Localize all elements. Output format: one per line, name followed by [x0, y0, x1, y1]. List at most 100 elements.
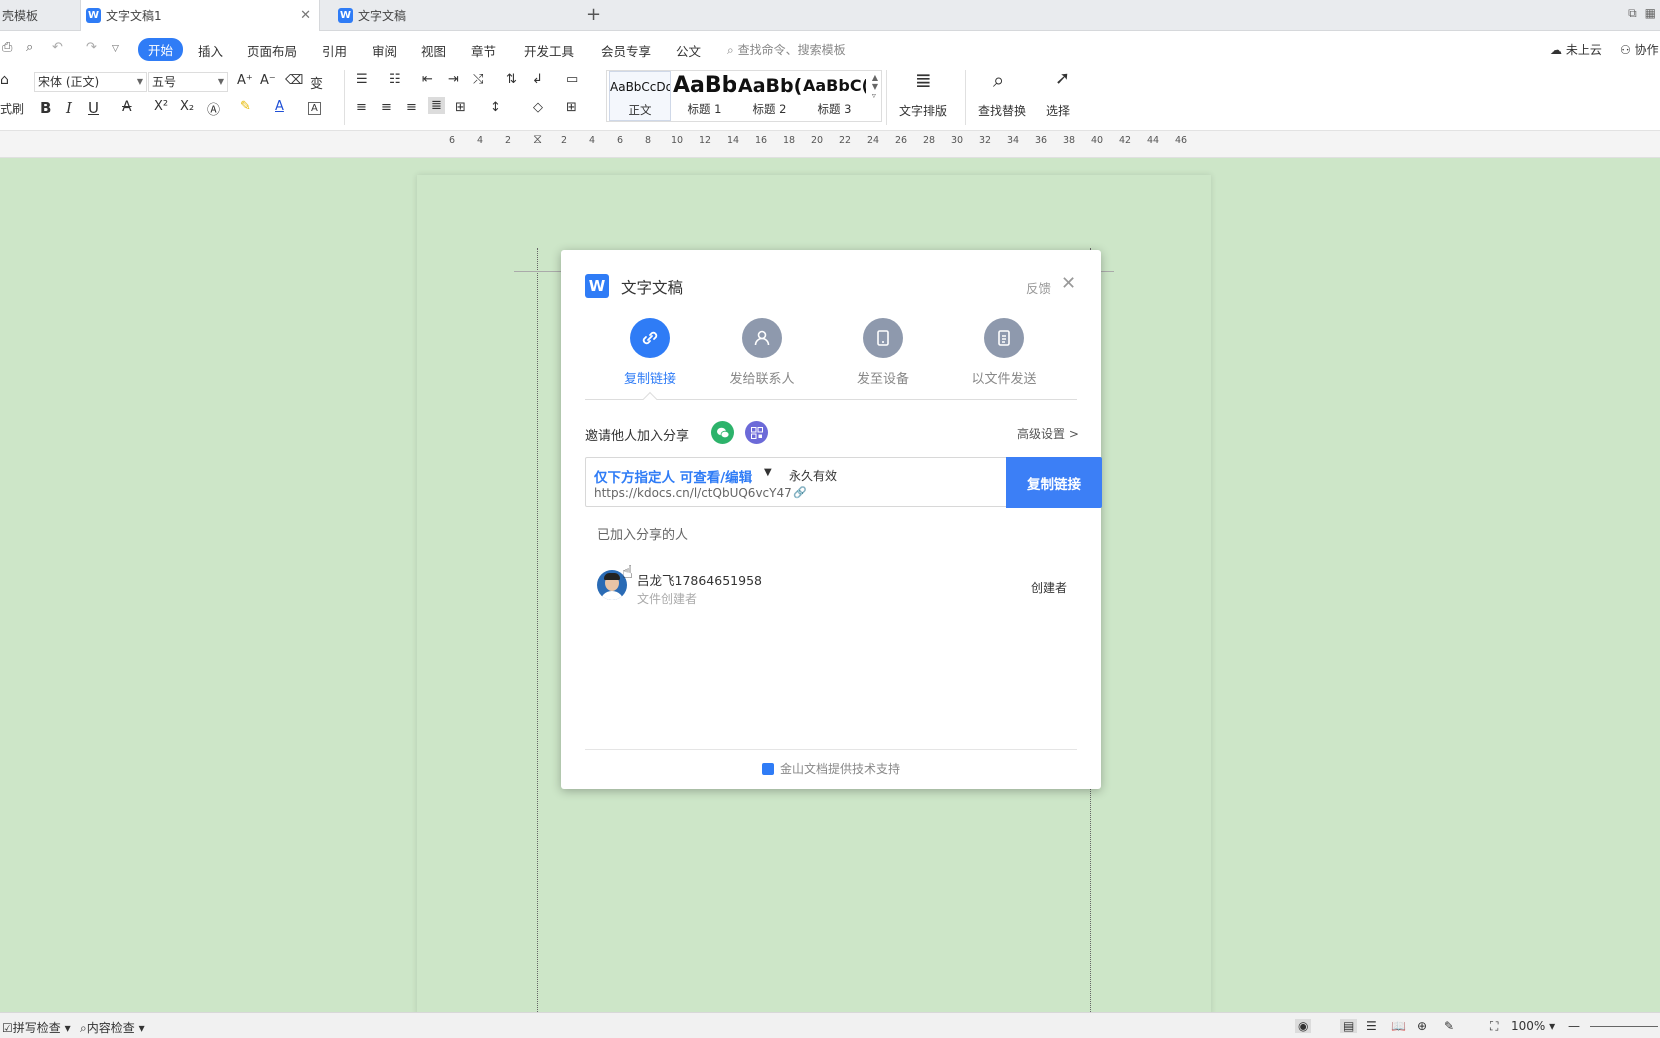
- menu-review[interactable]: 审阅: [372, 41, 397, 60]
- menu-developer[interactable]: 开发工具: [524, 41, 574, 60]
- increase-indent-icon[interactable]: ⇥: [448, 72, 459, 87]
- clear-format-icon[interactable]: ⌫: [285, 73, 303, 88]
- content-check-button[interactable]: ⌕内容检查 ▾: [80, 1019, 145, 1036]
- bullet-list-icon[interactable]: ☰: [356, 72, 368, 87]
- menu-insert[interactable]: 插入: [198, 41, 223, 60]
- decrease-indent-icon[interactable]: ⇤: [422, 72, 433, 87]
- menu-start[interactable]: 开始: [138, 38, 184, 61]
- zoom-slider[interactable]: [1590, 1026, 1658, 1027]
- text-layout-label[interactable]: 文字排版: [899, 102, 947, 119]
- line-spacing-icon[interactable]: ↕: [490, 100, 501, 115]
- share-option-copy-link[interactable]: 复制链接: [590, 318, 710, 387]
- strikethrough-icon[interactable]: A: [122, 99, 132, 115]
- style-heading-1[interactable]: AaBb 标题 1: [673, 71, 736, 121]
- joined-members-label: 已加入分享的人: [597, 528, 689, 543]
- increase-font-icon[interactable]: A⁺: [237, 73, 253, 88]
- align-center-icon[interactable]: ≡: [381, 100, 392, 115]
- text-effect-icon[interactable]: Ⓐ: [207, 99, 220, 118]
- align-left-icon[interactable]: ≡: [356, 100, 367, 115]
- writer-icon: W: [338, 8, 353, 23]
- close-tab-icon[interactable]: ✕: [300, 8, 311, 23]
- tab-document-1[interactable]: W 文字文稿1 ✕: [80, 0, 320, 31]
- write-mode-icon[interactable]: ✎: [1444, 1019, 1454, 1033]
- qrcode-icon[interactable]: [745, 421, 768, 444]
- text-layout-icon[interactable]: ≣: [915, 68, 932, 92]
- person-icon: [742, 318, 782, 358]
- copy-link-button[interactable]: 复制链接: [1006, 457, 1102, 508]
- share-option-file[interactable]: 以文件发送: [944, 318, 1064, 387]
- format-painter-label[interactable]: 式刷: [0, 100, 24, 117]
- format-painter-icon[interactable]: ⌂: [0, 72, 9, 88]
- menu-view[interactable]: 视图: [421, 41, 446, 60]
- quick-menu-icon[interactable]: ▽: [112, 44, 119, 54]
- font-name-select[interactable]: 宋体 (正文) ▼: [34, 72, 147, 92]
- outline-view-icon[interactable]: ☰: [1366, 1019, 1377, 1033]
- zoom-out-icon[interactable]: —: [1568, 1019, 1580, 1033]
- undo-icon[interactable]: ↶: [52, 40, 63, 55]
- cursor-select-icon[interactable]: ➚: [1055, 68, 1070, 89]
- web-view-icon[interactable]: ⊕: [1417, 1019, 1427, 1033]
- numbered-list-icon[interactable]: ☷: [389, 72, 401, 87]
- menu-member[interactable]: 会员专享: [601, 41, 651, 60]
- share-option-contact[interactable]: 发给联系人: [702, 318, 822, 387]
- advanced-settings-link[interactable]: 高级设置 >: [1017, 425, 1079, 442]
- select-label[interactable]: 选择: [1046, 102, 1070, 119]
- menu-official[interactable]: 公文: [676, 41, 701, 60]
- chinese-layout-icon[interactable]: ⤭: [473, 72, 483, 87]
- indent-marker-icon[interactable]: ⧖: [533, 132, 542, 147]
- menu-references[interactable]: 引用: [322, 41, 347, 60]
- cloud-status[interactable]: ☁ 未上云: [1550, 41, 1602, 58]
- print-preview-icon[interactable]: ⌕: [26, 40, 33, 55]
- underline-icon[interactable]: U: [88, 99, 99, 117]
- chevron-down-icon[interactable]: ▼: [764, 467, 772, 478]
- tab-template[interactable]: 壳模板: [0, 0, 80, 31]
- style-heading-3[interactable]: AaBbC( 标题 3: [803, 71, 866, 121]
- permission-select[interactable]: 仅下方指定人 可查看/编辑: [594, 466, 752, 486]
- find-replace-label[interactable]: 查找替换: [978, 102, 1026, 119]
- style-heading-2[interactable]: AaBb( 标题 2: [738, 71, 801, 121]
- style-scroll-icon[interactable]: ▲ ▼ ▿: [872, 73, 878, 100]
- validity-select[interactable]: 永久有效: [789, 467, 837, 484]
- new-tab-icon[interactable]: +: [586, 4, 601, 25]
- italic-icon[interactable]: I: [66, 99, 72, 117]
- menu-chapter[interactable]: 章节: [471, 41, 496, 60]
- command-search[interactable]: ⌕ 查找命令、搜索模板: [727, 41, 846, 58]
- font-size-select[interactable]: 五号 ▼: [148, 72, 228, 92]
- share-option-device[interactable]: 发至设备: [823, 318, 943, 387]
- find-icon[interactable]: ⌕: [993, 68, 1004, 92]
- spell-check-button[interactable]: ☑拼写检查 ▾: [2, 1019, 71, 1036]
- fit-page-icon[interactable]: ⛶: [1490, 1019, 1498, 1034]
- eye-protect-icon[interactable]: ◉: [1295, 1019, 1312, 1033]
- phonetic-icon[interactable]: 变: [310, 73, 323, 92]
- char-border-icon[interactable]: A: [308, 102, 321, 115]
- superscript-icon[interactable]: X²: [154, 99, 168, 114]
- subscript-icon[interactable]: X₂: [180, 99, 194, 114]
- ruler[interactable]: 6 4 2 ⧖ 2 4 6 8 10 12 14 16 18 20 22 24 …: [0, 131, 1660, 158]
- collab-button[interactable]: ⚇ 协作: [1620, 41, 1659, 58]
- tab-document[interactable]: W 文字文稿: [332, 0, 577, 31]
- wechat-icon[interactable]: [711, 421, 734, 444]
- feedback-link[interactable]: 反馈: [1026, 278, 1051, 297]
- align-right-icon[interactable]: ≡: [406, 100, 417, 115]
- menu-page-layout[interactable]: 页面布局: [247, 41, 297, 60]
- ruler-toggle-icon[interactable]: ▭: [566, 72, 578, 87]
- sort-icon[interactable]: ⇅: [506, 72, 517, 87]
- highlight-icon[interactable]: ✎: [240, 99, 251, 114]
- borders-icon[interactable]: ⊞: [566, 100, 577, 115]
- distributed-icon[interactable]: ⊞: [455, 100, 466, 115]
- decrease-font-icon[interactable]: A⁻: [260, 73, 276, 88]
- redo-icon[interactable]: ↷: [86, 40, 97, 55]
- font-color-icon[interactable]: A: [275, 99, 284, 114]
- bold-icon[interactable]: B: [40, 99, 51, 117]
- close-icon[interactable]: ✕: [1061, 273, 1076, 294]
- justify-icon[interactable]: ≣: [428, 97, 445, 114]
- style-normal[interactable]: AaBbCcDd 正文: [609, 71, 671, 121]
- read-view-icon[interactable]: 📖: [1391, 1019, 1406, 1033]
- window-layout-icon[interactable]: ⧉: [1628, 6, 1637, 21]
- print-icon[interactable]: ⎙: [2, 40, 12, 55]
- show-marks-icon[interactable]: ↲: [532, 72, 543, 87]
- grid-view-icon[interactable]: ▦: [1645, 6, 1656, 21]
- page-view-icon[interactable]: ▤: [1340, 1019, 1358, 1033]
- shading-icon[interactable]: ◇: [533, 100, 543, 115]
- zoom-level[interactable]: 100% ▾: [1511, 1019, 1555, 1033]
